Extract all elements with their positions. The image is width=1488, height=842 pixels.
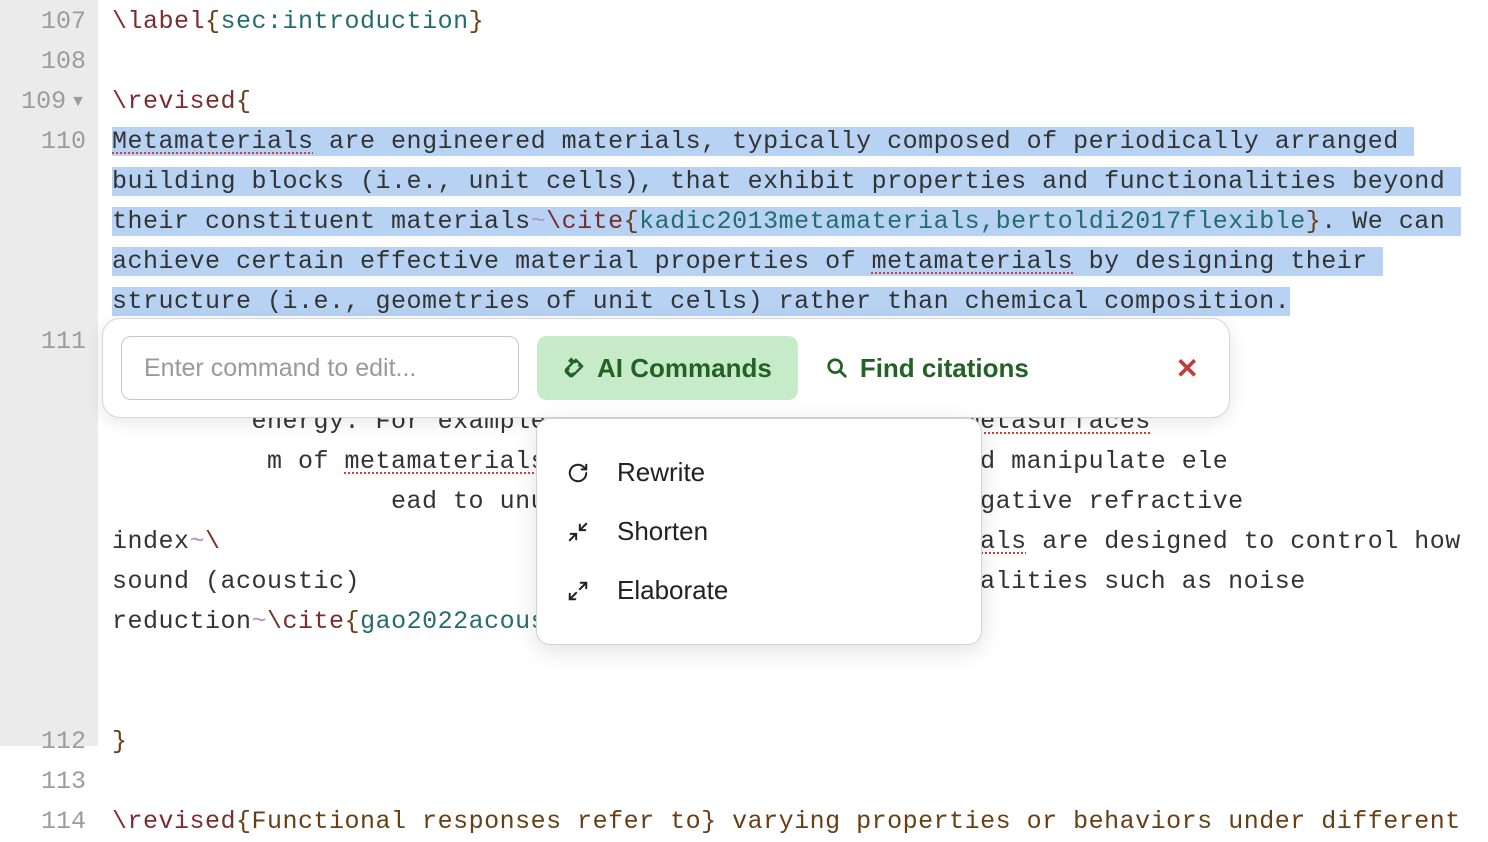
dropdown-item-rewrite[interactable]: Rewrite (537, 443, 981, 502)
line-number[interactable]: 110 (0, 122, 86, 322)
collapse-icon (567, 521, 589, 543)
line-number[interactable]: 112 (0, 722, 86, 762)
ai-commands-button[interactable]: AI Commands (537, 336, 798, 400)
code-line[interactable]: \revised{Functional responses refer to} … (112, 802, 1488, 842)
refresh-icon (567, 462, 589, 484)
line-number[interactable]: 113 (0, 762, 86, 802)
code-line[interactable]: \label{sec:introduction} (112, 2, 1488, 42)
search-icon (826, 357, 848, 379)
line-number[interactable]: 114 (0, 802, 86, 842)
find-citations-button[interactable]: Find citations (816, 336, 1039, 400)
expand-icon (567, 580, 589, 602)
dropdown-label: Elaborate (617, 575, 728, 606)
command-input[interactable] (121, 336, 519, 400)
fold-icon[interactable]: ▼ (70, 93, 86, 110)
ai-commands-dropdown: Rewrite Shorten Elaborate (536, 418, 982, 645)
ai-commands-label: AI Commands (597, 353, 772, 384)
magic-wand-icon (563, 357, 585, 379)
line-number[interactable]: 109▼ (0, 82, 86, 122)
dropdown-label: Shorten (617, 516, 708, 547)
dropdown-item-shorten[interactable]: Shorten (537, 502, 981, 561)
line-number[interactable]: 107 (0, 2, 86, 42)
line-number[interactable]: 108 (0, 42, 86, 82)
code-line[interactable] (112, 762, 1488, 802)
close-button[interactable]: ✕ (1176, 352, 1199, 385)
gutter: 107 108 109▼ 110 111 112 113 114 (0, 0, 98, 746)
ai-command-bar: AI Commands Find citations ✕ (102, 318, 1230, 418)
code-line[interactable]: \revised{ (112, 82, 1488, 122)
code-line[interactable]: } (112, 722, 1488, 762)
dropdown-label: Rewrite (617, 457, 705, 488)
code-line[interactable] (112, 42, 1488, 82)
dropdown-item-elaborate[interactable]: Elaborate (537, 561, 981, 620)
find-citations-label: Find citations (860, 353, 1029, 384)
code-line[interactable]: Metamaterials are engineered materials, … (112, 122, 1488, 322)
line-number[interactable]: 111 (0, 322, 86, 722)
